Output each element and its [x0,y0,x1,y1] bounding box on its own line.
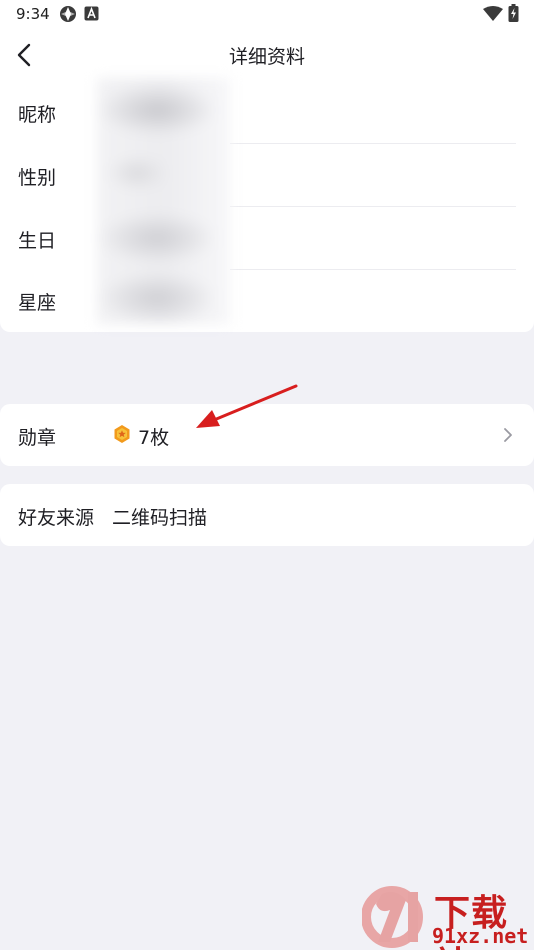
friend-source-value: 二维码扫描 [112,507,208,529]
page-title: 详细资料 [228,46,305,68]
status-bar: 9:34 [0,0,534,28]
wifi-icon [483,6,503,21]
nav-bar: 详细资料 [0,28,534,82]
birthday-row: 生日 [0,208,534,270]
constellation-row: 星座 [0,270,534,332]
chevron-right-icon [504,428,512,442]
medal-icon [114,425,130,443]
watermark-text-bottom: 91xz.net [432,924,529,948]
status-time: 9:34 [16,5,50,23]
red-arrow-annotation [196,384,298,428]
birthday-label: 生日 [18,230,57,252]
battery-charging-icon [508,4,519,22]
app-notification-icon [60,6,76,22]
gender-label: 性别 [18,167,57,189]
redacted-values-blur [97,78,230,324]
profile-info-card: 昵称 性别 生日 星座 [0,82,534,332]
nickname-row: 昵称 [0,82,534,144]
gender-row: 性别 [0,145,534,207]
friend-source-row: 好友来源 二维码扫描 [0,484,534,546]
medal-label: 勋章 [18,427,57,449]
friend-source-label: 好友来源 [18,507,95,529]
constellation-label: 星座 [18,292,57,314]
medal-count: 7枚 [138,427,170,449]
nickname-label: 昵称 [18,104,57,126]
divider [230,206,516,207]
divider [230,143,516,144]
a-notification-icon [84,6,99,21]
